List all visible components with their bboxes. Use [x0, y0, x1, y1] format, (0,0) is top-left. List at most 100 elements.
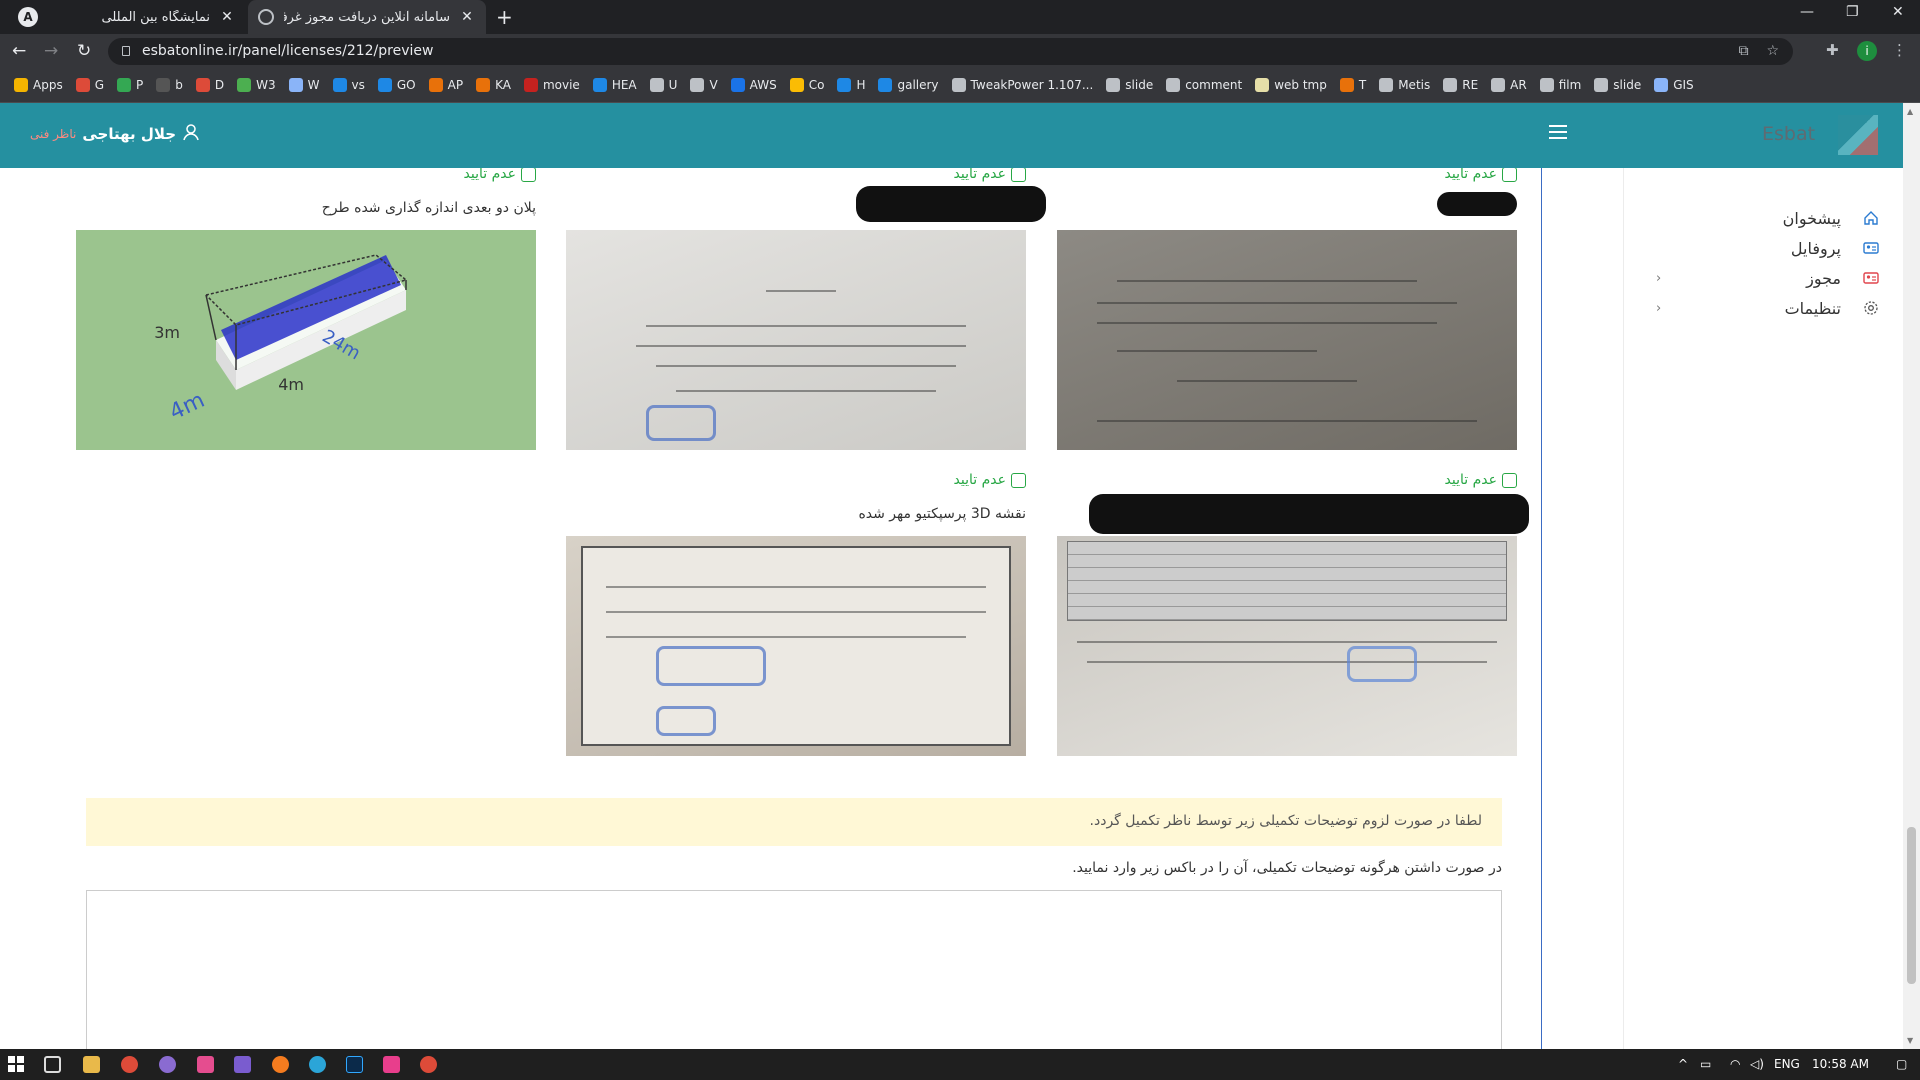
bookmark-item[interactable]: gallery [878, 78, 939, 92]
hamburger-menu-icon[interactable] [1549, 125, 1567, 139]
sidebar-item-dashboard[interactable]: پیشخوان [1624, 204, 1904, 232]
extensions-icon[interactable]: ✚ [1826, 41, 1839, 59]
reload-icon[interactable]: ↻ [77, 41, 91, 61]
edge-icon[interactable] [309, 1056, 326, 1073]
bookmark-item[interactable]: H [837, 78, 865, 92]
chrome-icon[interactable] [420, 1056, 437, 1073]
battery-icon[interactable]: ▭ [1700, 1057, 1711, 1071]
app-icon[interactable] [159, 1056, 176, 1073]
wifi-icon[interactable]: ◠ [1730, 1057, 1740, 1071]
chevron-left-icon[interactable]: ‹ [1656, 271, 1661, 286]
brand-logo[interactable] [1838, 115, 1878, 155]
bookmark-item[interactable]: P [117, 78, 143, 92]
bookmark-item[interactable]: U [649, 78, 677, 92]
page-scrollbar[interactable]: ▲ ▼ [1903, 103, 1920, 1049]
checkbox-box[interactable] [521, 168, 536, 182]
bookmark-item[interactable]: b [156, 78, 183, 92]
bookmark-item[interactable]: slide [1106, 78, 1153, 92]
notification-icon[interactable]: ▢ [1896, 1057, 1907, 1071]
address-bar[interactable]: esbatonline.ir/panel/licenses/212/previe… [108, 38, 1793, 65]
bookmark-item[interactable]: D [195, 78, 224, 92]
chevron-up-icon[interactable]: ^ [1678, 1057, 1688, 1071]
document-image[interactable] [566, 230, 1026, 450]
checkbox-box[interactable] [1011, 472, 1026, 488]
browser-tab-active[interactable]: سامانه آنلاین دریافت مجوز غرفه سا ✕ [248, 0, 486, 34]
firefox-icon[interactable] [272, 1056, 289, 1073]
close-icon[interactable]: ✕ [218, 9, 236, 25]
bookmark-favicon-icon [730, 78, 745, 92]
windows-start-icon[interactable] [8, 1056, 25, 1073]
menu-dots-icon[interactable]: ⋮ [1892, 41, 1907, 59]
scrollbar-thumb[interactable] [1907, 827, 1916, 984]
restore-icon[interactable]: ❐ [1846, 4, 1859, 20]
lock-icon[interactable] [122, 46, 130, 56]
reject-checkbox[interactable]: عدم تایید [464, 168, 536, 182]
user-menu[interactable]: جلال بهتاجی ناظر فنی [30, 123, 200, 145]
bookmark-item[interactable]: W [288, 78, 320, 92]
app-icon[interactable] [383, 1056, 400, 1073]
bookmark-item[interactable]: Apps [14, 78, 63, 92]
bookmark-star-icon[interactable]: ☆ [1766, 43, 1779, 59]
bookmark-item[interactable]: RE [1443, 78, 1478, 92]
sidebar-item-license[interactable]: مجوز ‹ [1624, 264, 1904, 292]
back-icon[interactable]: ← [12, 41, 26, 61]
bookmark-item[interactable]: web tmp [1255, 78, 1327, 92]
minimize-icon[interactable]: — [1800, 4, 1814, 20]
reject-checkbox[interactable]: عدم تایید [1445, 168, 1517, 182]
phpstorm-icon[interactable] [197, 1056, 214, 1073]
file-explorer-icon[interactable] [83, 1056, 100, 1073]
bookmark-item[interactable]: AP [428, 78, 463, 92]
checkbox-box[interactable] [1502, 472, 1517, 488]
booth-plan-image[interactable]: 3m 24m 4m 4m [76, 230, 536, 450]
document-image[interactable] [1057, 230, 1517, 450]
description-textarea[interactable] [86, 890, 1502, 1049]
forward-icon[interactable]: → [44, 41, 58, 61]
reject-label: عدم تایید [953, 472, 1006, 488]
window-close-icon[interactable]: ✕ [1892, 4, 1904, 20]
sidebar-item-profile[interactable]: پروفایل [1624, 234, 1904, 262]
bookmark-item[interactable]: Metis [1379, 78, 1430, 92]
new-tab-icon[interactable]: + [496, 5, 513, 29]
app-badge-icon[interactable]: A [18, 7, 38, 27]
bookmark-item[interactable]: GIS [1654, 78, 1694, 92]
chrome-icon[interactable] [121, 1056, 138, 1073]
chevron-left-icon[interactable]: ‹ [1656, 301, 1661, 316]
profile-avatar[interactable]: i [1857, 41, 1877, 61]
bookmark-favicon-icon [14, 78, 28, 92]
clock[interactable]: 10:58 AM [1812, 1057, 1869, 1071]
volume-icon[interactable]: ◁) [1750, 1057, 1764, 1071]
bookmark-item[interactable]: AWS [730, 78, 777, 92]
bookmark-item[interactable]: V [690, 78, 718, 92]
bookmark-item[interactable]: GO [377, 78, 416, 92]
photoshop-icon[interactable] [346, 1056, 363, 1073]
bookmark-item[interactable]: HEA [592, 78, 637, 92]
checkbox-box[interactable] [1502, 168, 1517, 182]
checkbox-box[interactable] [1011, 168, 1026, 182]
sidebar-item-settings[interactable]: تنظیمات ‹ [1624, 294, 1904, 322]
bookmark-item[interactable]: T [1339, 78, 1366, 92]
reject-checkbox[interactable]: عدم تایید [1445, 472, 1517, 488]
bookmark-item[interactable]: Co [789, 78, 824, 92]
scroll-up-icon[interactable]: ▲ [1907, 107, 1913, 116]
document-image[interactable] [566, 536, 1026, 756]
bookmark-item[interactable]: movie [523, 78, 580, 92]
browser-tab[interactable]: نمایشگاه بین المللی تهران ✕ [88, 0, 246, 34]
task-view-icon[interactable] [44, 1056, 61, 1073]
bookmark-item[interactable]: film [1539, 78, 1581, 92]
scroll-down-icon[interactable]: ▼ [1907, 1036, 1913, 1045]
bookmark-item[interactable]: AR [1491, 78, 1527, 92]
bookmark-item[interactable]: G [75, 78, 104, 92]
bookmark-item[interactable]: W3 [237, 78, 276, 92]
visual-studio-icon[interactable] [234, 1056, 251, 1073]
bookmark-item[interactable]: vs [332, 78, 365, 92]
close-icon[interactable]: ✕ [458, 9, 476, 25]
language-indicator[interactable]: ENG [1774, 1057, 1800, 1071]
reject-checkbox[interactable]: عدم تایید [954, 168, 1026, 182]
bookmark-item[interactable]: slide [1594, 78, 1641, 92]
translate-icon[interactable]: ⧉ [1739, 43, 1749, 59]
reject-checkbox[interactable]: عدم تایید [954, 472, 1026, 488]
bookmark-item[interactable]: TweakPower 1.107... [951, 78, 1093, 92]
document-image[interactable] [1057, 536, 1517, 756]
bookmark-item[interactable]: KA [476, 78, 511, 92]
bookmark-item[interactable]: comment [1166, 78, 1242, 92]
